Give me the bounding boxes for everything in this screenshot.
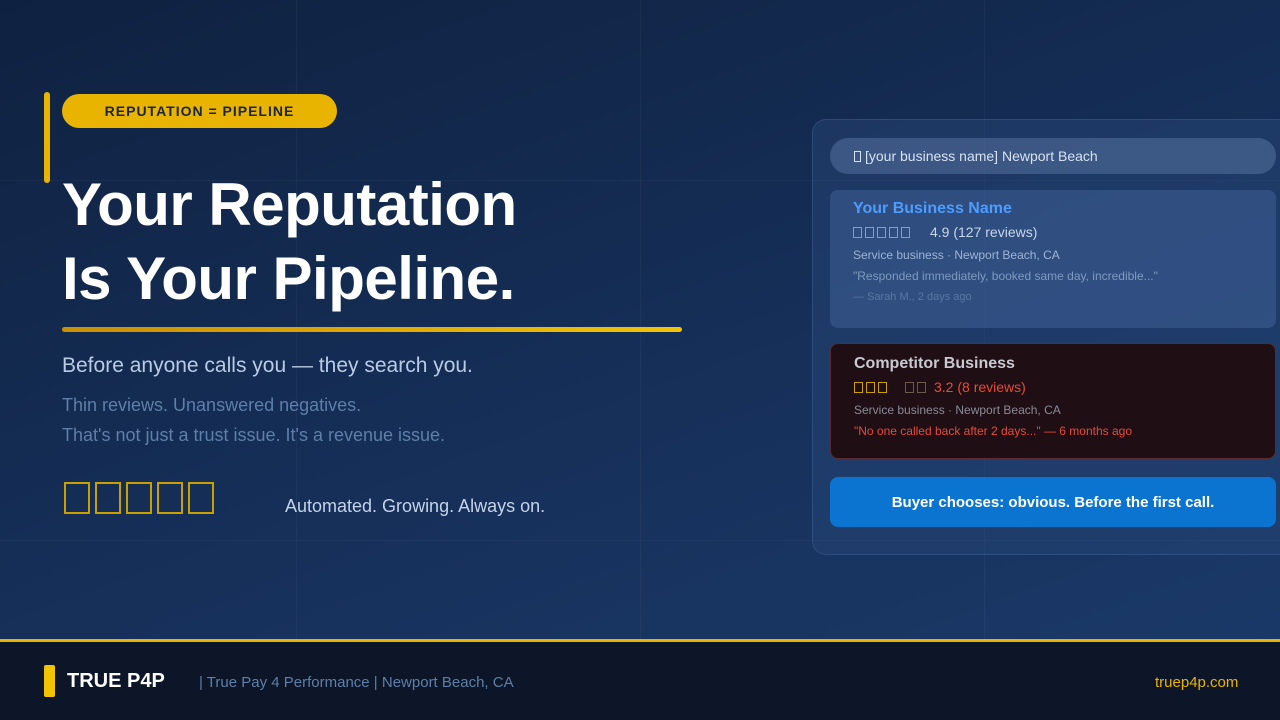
star-icon <box>865 226 874 238</box>
competitor-rating-row: 3.2 (8 reviews) <box>854 379 1252 395</box>
buyer-choice-banner: Buyer chooses: obvious. Before the first… <box>830 477 1276 527</box>
own-business-meta: Service business · Newport Beach, CA <box>853 248 1060 262</box>
star-icon <box>878 381 887 393</box>
brand-name: TRUE P4P <box>67 670 165 692</box>
own-review-quote: "Responded immediately, booked same day,… <box>853 269 1158 283</box>
star-icon <box>854 381 863 393</box>
search-bar[interactable]: [your business name] Newport Beach <box>830 138 1276 174</box>
category-badge: REPUTATION = PIPELINE <box>62 94 337 128</box>
star-icon <box>188 482 214 514</box>
page-title: Your Reputation Is Your Pipeline. <box>62 168 517 316</box>
star-icon <box>901 226 910 238</box>
headline-line-1: Your Reputation <box>62 171 517 238</box>
star-icon <box>877 226 886 238</box>
competitor-business-name[interactable]: Competitor Business <box>854 355 1252 373</box>
accent-bar <box>44 92 50 183</box>
star-icon <box>157 482 183 514</box>
subheading: Before anyone calls you — they search yo… <box>62 354 473 377</box>
five-star-rating <box>64 482 214 514</box>
competitor-business-meta: Service business · Newport Beach, CA <box>854 403 1061 417</box>
website-link[interactable]: truep4p.com <box>1155 674 1238 691</box>
brand-mark <box>44 665 55 697</box>
footer <box>0 642 1280 720</box>
competitor-rating-text: 3.2 (8 reviews) <box>934 379 1026 395</box>
search-icon <box>854 150 861 162</box>
own-rating-text: 4.9 (127 reviews) <box>930 224 1038 240</box>
star-icon <box>64 482 90 514</box>
headline-line-2: Is Your Pipeline. <box>62 245 515 312</box>
own-review-attribution: — Sarah M., 2 days ago <box>853 291 972 303</box>
star-icon <box>126 482 152 514</box>
tagline: Automated. Growing. Always on. <box>285 496 546 516</box>
headline-underline <box>62 327 682 332</box>
own-business-listing[interactable]: Your Business Name 4.9 (127 reviews) Ser… <box>830 190 1276 328</box>
empty-star-icon <box>905 381 914 393</box>
body-text-line-1: Thin reviews. Unanswered negatives. <box>62 395 362 415</box>
search-query: [your business name] Newport Beach <box>865 148 1098 164</box>
star-icon <box>853 226 862 238</box>
competitor-review-quote: "No one called back after 2 days..." — 6… <box>854 424 1133 438</box>
competitor-empty-stars <box>905 381 926 393</box>
star-icon <box>889 226 898 238</box>
own-star-rating <box>853 226 910 238</box>
competitor-star-rating <box>854 381 887 393</box>
empty-star-icon <box>917 381 926 393</box>
star-icon <box>866 381 875 393</box>
body-text-line-2: That's not just a trust issue. It's a re… <box>62 425 446 445</box>
competitor-listing[interactable]: Competitor Business 3.2 (8 reviews) Serv… <box>830 343 1276 459</box>
star-icon <box>95 482 121 514</box>
footer-tagline: | True Pay 4 Performance | Newport Beach… <box>199 674 514 691</box>
own-rating-row: 4.9 (127 reviews) <box>853 224 1253 240</box>
own-business-name[interactable]: Your Business Name <box>853 200 1253 218</box>
